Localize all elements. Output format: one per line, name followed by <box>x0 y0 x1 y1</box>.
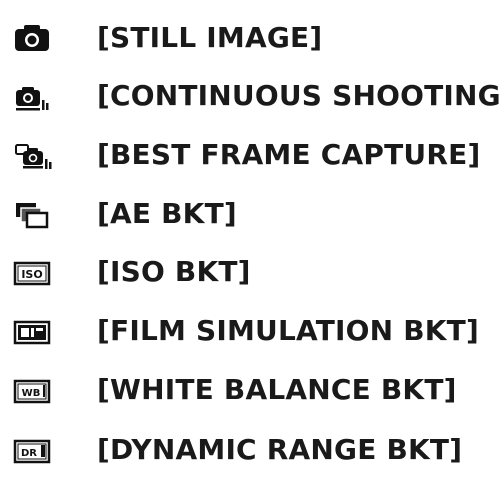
camera-icon <box>10 20 54 56</box>
mode-item-dynamic-range-bkt[interactable]: DR [DYNAMIC RANGE BKT] <box>0 425 501 475</box>
ae-bracketing-icon <box>10 196 54 232</box>
mode-label: [DYNAMIC RANGE BKT] <box>97 433 463 466</box>
mode-item-ae-bkt[interactable]: [AE BKT] <box>0 189 501 239</box>
mode-item-iso-bkt[interactable]: ISO [ISO BKT] <box>0 247 501 297</box>
shooting-mode-list: [STILL IMAGE] [CONTINUOUS SHOOTING] [BES… <box>0 0 501 493</box>
svg-text:DR: DR <box>21 448 37 459</box>
mode-item-white-balance-bkt[interactable]: WB [WHITE BALANCE BKT] <box>0 365 501 415</box>
mode-label: [ISO BKT] <box>97 255 251 288</box>
mode-item-best-frame-capture[interactable]: [BEST FRAME CAPTURE] <box>0 130 501 180</box>
mode-item-film-simulation-bkt[interactable]: [FILM SIMULATION BKT] <box>0 306 501 356</box>
dynamic-range-bracketing-icon: DR <box>10 432 54 468</box>
best-frame-capture-icon <box>10 137 54 173</box>
iso-bracketing-icon: ISO <box>10 254 54 290</box>
mode-label: [FILM SIMULATION BKT] <box>97 314 479 347</box>
mode-item-continuous-shooting[interactable]: [CONTINUOUS SHOOTING] <box>0 71 501 121</box>
mode-label: [BEST FRAME CAPTURE] <box>97 138 481 171</box>
film-simulation-bracketing-icon <box>10 313 54 349</box>
mode-item-still-image[interactable]: [STILL IMAGE] <box>0 13 501 63</box>
svg-text:ISO: ISO <box>21 268 42 281</box>
white-balance-bracketing-icon: WB <box>10 372 54 408</box>
mode-label: [AE BKT] <box>97 197 237 230</box>
mode-label: [STILL IMAGE] <box>97 21 323 54</box>
svg-text:WB: WB <box>22 388 41 399</box>
mode-label: [WHITE BALANCE BKT] <box>97 373 457 406</box>
mode-label: [CONTINUOUS SHOOTING] <box>97 79 501 112</box>
continuous-shooting-icon <box>10 78 54 114</box>
